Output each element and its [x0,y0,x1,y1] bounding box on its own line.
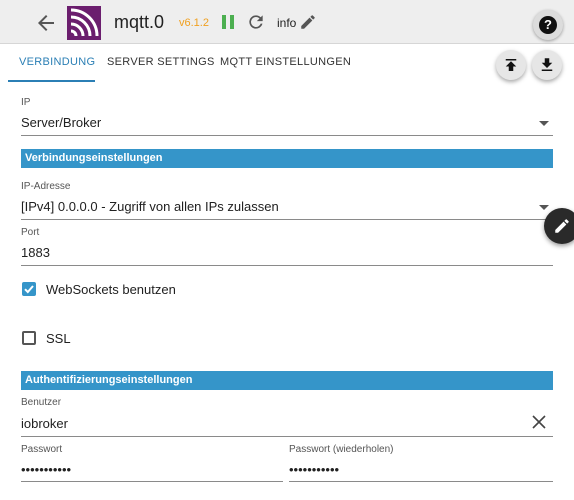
port-label: Port [21,227,40,238]
password-repeat-input[interactable]: ••••••••••• [289,462,339,477]
active-tab-indicator [8,80,95,82]
tab-verbindung[interactable]: VERBINDUNG [19,56,95,68]
password-underline [21,481,283,482]
tab-mqtt-einstellungen[interactable]: MQTT EINSTELLUNGEN [220,56,351,68]
arrow-left-icon [38,15,54,31]
ip-address-label: IP-Adresse [21,181,71,192]
adapter-title: mqtt.0 [114,12,165,32]
password-input[interactable]: ••••••••••• [21,462,71,477]
upload-button[interactable] [496,50,526,80]
websockets-label: WebSockets benutzen [46,282,176,297]
info-label: info [277,16,297,30]
ssl-checkbox[interactable] [22,331,36,345]
help-button[interactable]: ? [533,10,563,40]
tab-server-settings[interactable]: SERVER SETTINGS [107,56,215,68]
mqtt-logo [67,6,101,40]
ip-label: IP [21,97,31,108]
tab-bar: VERBINDUNG SERVER SETTINGS MQTT EINSTELL… [8,44,574,82]
user-label: Benutzer [21,397,62,408]
section-auth-settings: Authentifizierungseinstellungen [21,371,553,390]
app-header: mqtt.0 v6.1.2 info ? [0,0,574,44]
pencil-icon [555,219,569,233]
ip-address-select[interactable]: [IPv4] 0.0.0.0 - Zugriff von allen IPs z… [21,199,279,214]
ip-address-underline [21,219,553,220]
ip-underline [21,135,553,136]
password-repeat-label: Passwort (wiederholen) [289,444,394,455]
chevron-down-icon [539,205,549,210]
websockets-checkbox[interactable] [22,282,36,296]
version-label: v6.1.2 [179,17,209,29]
port-underline [21,265,553,266]
password-label: Passwort [21,444,63,455]
ip-select[interactable]: Server/Broker [21,115,101,130]
port-input[interactable]: 1883 [21,245,50,260]
chevron-down-icon [539,121,549,126]
edit-fab-button[interactable] [544,208,574,244]
reload-icon[interactable] [246,12,266,32]
user-underline [21,436,553,437]
pencil-icon[interactable] [299,13,317,31]
close-icon[interactable] [532,415,546,429]
password-repeat-underline [289,481,553,482]
help-icon: ? [539,16,557,34]
section-connection-settings: Verbindungseinstellungen [21,149,553,168]
pause-icon[interactable] [221,14,235,30]
check-icon [24,285,34,294]
download-icon [541,58,553,71]
upload-icon [505,59,517,71]
download-button[interactable] [532,50,562,80]
back-button[interactable] [34,11,58,35]
user-input[interactable]: iobroker [21,416,68,431]
ssl-label: SSL [46,331,71,346]
